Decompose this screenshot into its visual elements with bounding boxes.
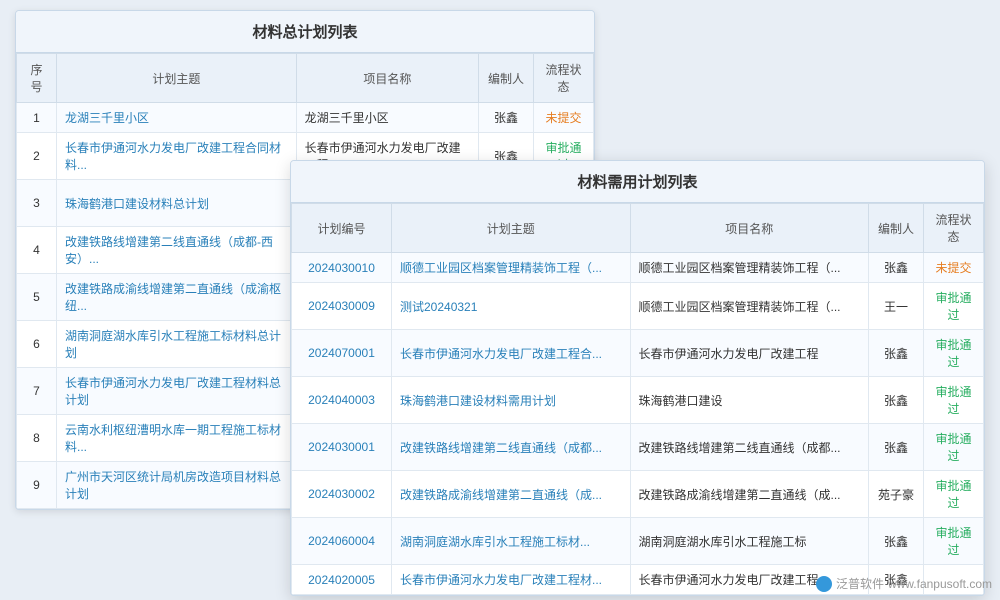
table-row: 2024030002 改建铁路成渝线增建第二直通线（成... 改建铁路成渝线增建… [292,471,984,518]
cell-id: 5 [17,274,57,321]
cell-code[interactable]: 2024030010 [292,253,392,283]
watermark-brand: 泛普软件 [836,575,884,592]
table-row: 1 龙湖三千里小区 龙湖三千里小区 张鑫 未提交 [17,103,594,133]
cell-status: 审批通过 [924,471,984,518]
cell-subject[interactable]: 改建铁路成渝线增建第二直通线（成... [392,471,631,518]
table-row: 2024030009 测试20240321 顺德工业园区档案管理精装饰工程（..… [292,283,984,330]
table2-title: 材料需用计划列表 [291,161,984,203]
cell-code[interactable]: 2024030009 [292,283,392,330]
cell-code[interactable]: 2024060004 [292,518,392,565]
cell-editor: 苑子豪 [869,471,924,518]
table2-header-row: 计划编号 计划主题 项目名称 编制人 流程状态 [292,204,984,253]
table2-col-project: 项目名称 [630,204,869,253]
cell-subject[interactable]: 湖南洞庭湖水库引水工程施工标材料总计划 [57,321,297,368]
cell-id: 8 [17,415,57,462]
cell-subject[interactable]: 湖南洞庭湖水库引水工程施工标材... [392,518,631,565]
cell-project: 顺德工业园区档案管理精装饰工程（... [630,253,869,283]
cell-id: 6 [17,321,57,368]
cell-code[interactable]: 2024040003 [292,377,392,424]
cell-subject[interactable]: 改建铁路线增建第二线直通线（成都... [392,424,631,471]
cell-project: 改建铁路线增建第二线直通线（成都... [630,424,869,471]
table1-col-status: 流程状态 [534,54,594,103]
cell-status: 审批通过 [924,330,984,377]
table-row: 2024070001 长春市伊通河水力发电厂改建工程合... 长春市伊通河水力发… [292,330,984,377]
cell-id: 3 [17,180,57,227]
cell-code[interactable]: 2024030002 [292,471,392,518]
cell-project: 龙湖三千里小区 [296,103,478,133]
cell-code[interactable]: 2024020005 [292,565,392,595]
cell-subject[interactable]: 长春市伊通河水力发电厂改建工程合同材料... [57,133,297,180]
watermark-logo [816,576,832,592]
cell-id: 1 [17,103,57,133]
table2-col-status: 流程状态 [924,204,984,253]
cell-subject[interactable]: 珠海鹤港口建设材料需用计划 [392,377,631,424]
cell-editor: 张鑫 [869,377,924,424]
table1-title: 材料总计划列表 [16,11,594,53]
cell-status: 审批通过 [924,518,984,565]
cell-subject[interactable]: 龙湖三千里小区 [57,103,297,133]
cell-id: 7 [17,368,57,415]
cell-subject[interactable]: 广州市天河区统计局机房改造项目材料总计划 [57,462,297,509]
cell-project: 长春市伊通河水力发电厂改建工程 [630,330,869,377]
cell-editor: 张鑫 [869,424,924,471]
table1-col-project: 项目名称 [296,54,478,103]
table2-col-editor: 编制人 [869,204,924,253]
table2: 计划编号 计划主题 项目名称 编制人 流程状态 2024030010 顺德工业园… [291,203,984,595]
cell-id: 2 [17,133,57,180]
table-row: 2024060004 湖南洞庭湖水库引水工程施工标材... 湖南洞庭湖水库引水工… [292,518,984,565]
table-row: 2024030010 顺德工业园区档案管理精装饰工程（... 顺德工业园区档案管… [292,253,984,283]
table1-col-id: 序号 [17,54,57,103]
cell-id: 4 [17,227,57,274]
cell-subject[interactable]: 珠海鹤港口建设材料总计划 [57,180,297,227]
cell-editor: 张鑫 [869,518,924,565]
cell-subject[interactable]: 改建铁路线增建第二线直通线（成都-西安）... [57,227,297,274]
cell-subject[interactable]: 长春市伊通河水力发电厂改建工程合... [392,330,631,377]
cell-status: 未提交 [534,103,594,133]
cell-subject[interactable]: 顺德工业园区档案管理精装饰工程（... [392,253,631,283]
cell-subject[interactable]: 改建铁路成渝线增建第二直通线（成渝枢纽... [57,274,297,321]
table1-col-subject: 计划主题 [57,54,297,103]
watermark-url: www.fanpusoft.com [888,577,992,591]
cell-status: 审批通过 [924,283,984,330]
cell-code[interactable]: 2024030001 [292,424,392,471]
watermark: 泛普软件 www.fanpusoft.com [816,575,992,592]
table2-col-code: 计划编号 [292,204,392,253]
cell-status: 审批通过 [924,377,984,424]
cell-project: 湖南洞庭湖水库引水工程施工标 [630,518,869,565]
cell-editor: 张鑫 [869,330,924,377]
cell-subject[interactable]: 测试20240321 [392,283,631,330]
cell-subject[interactable]: 云南水利枢纽漕明水库一期工程施工标材料... [57,415,297,462]
table1-col-editor: 编制人 [479,54,534,103]
table1-header-row: 序号 计划主题 项目名称 编制人 流程状态 [17,54,594,103]
table-row: 2024030001 改建铁路线增建第二线直通线（成都... 改建铁路线增建第二… [292,424,984,471]
table2-col-subject: 计划主题 [392,204,631,253]
cell-project: 珠海鹤港口建设 [630,377,869,424]
cell-editor: 张鑫 [869,253,924,283]
cell-subject[interactable]: 长春市伊通河水力发电厂改建工程材料总计划 [57,368,297,415]
table2-container: 材料需用计划列表 计划编号 计划主题 项目名称 编制人 流程状态 2024030… [290,160,985,596]
cell-editor: 张鑫 [479,103,534,133]
cell-project: 改建铁路成渝线增建第二直通线（成... [630,471,869,518]
cell-code[interactable]: 2024070001 [292,330,392,377]
cell-status: 审批通过 [924,424,984,471]
cell-id: 9 [17,462,57,509]
cell-project: 顺德工业园区档案管理精装饰工程（... [630,283,869,330]
cell-status: 未提交 [924,253,984,283]
cell-editor: 王一 [869,283,924,330]
cell-subject[interactable]: 长春市伊通河水力发电厂改建工程材... [392,565,631,595]
table-row: 2024040003 珠海鹤港口建设材料需用计划 珠海鹤港口建设 张鑫 审批通过 [292,377,984,424]
